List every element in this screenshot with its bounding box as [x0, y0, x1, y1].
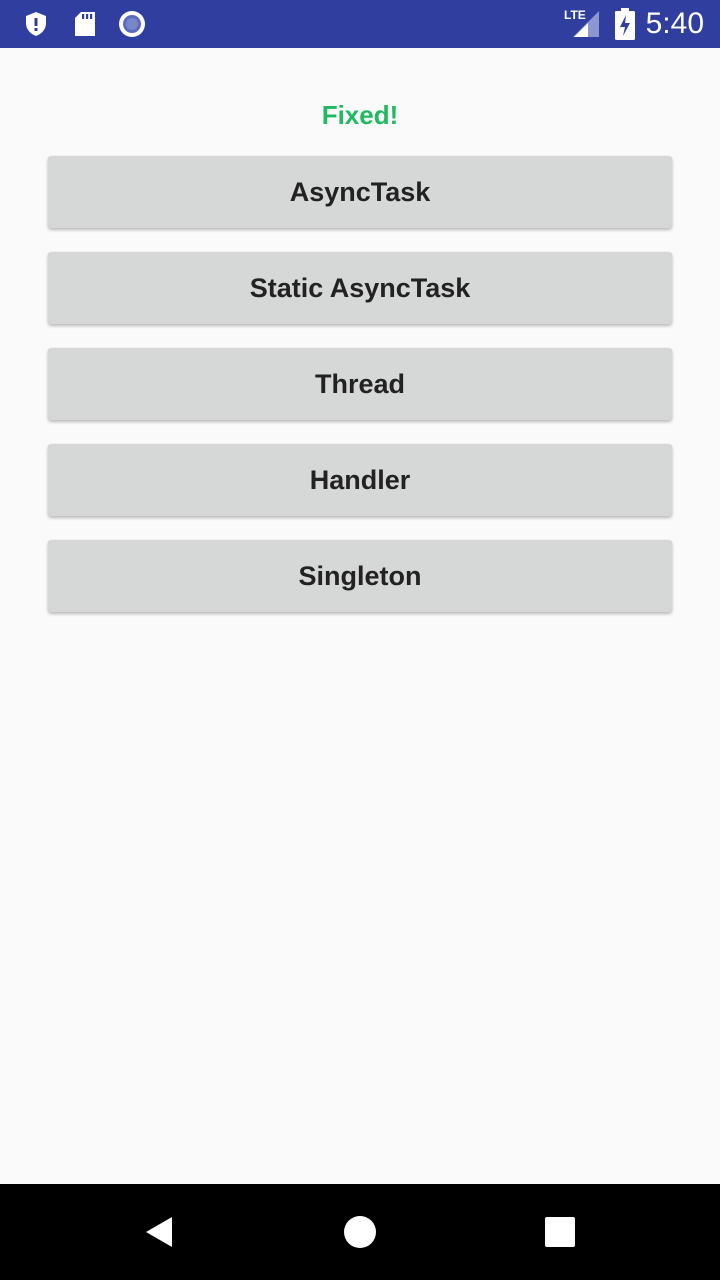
static-asynctask-button[interactable]: Static AsyncTask [48, 252, 672, 324]
main-content: Fixed! AsyncTask Static AsyncTask Thread… [0, 48, 720, 1184]
circle-record-icon [116, 0, 148, 48]
clock: 5:40 [645, 7, 704, 40]
status-bar: LTE 5:40 [0, 0, 720, 48]
lte-signal-icon: LTE [562, 0, 602, 48]
svg-text:LTE: LTE [564, 8, 586, 22]
sd-card-icon [72, 0, 98, 48]
back-icon[interactable] [112, 1184, 208, 1280]
thread-button[interactable]: Thread [48, 348, 672, 420]
shield-icon [22, 0, 50, 48]
status-text: Fixed! [321, 100, 399, 130]
battery-charging-icon [612, 0, 638, 48]
home-icon[interactable] [312, 1184, 408, 1280]
navigation-bar [0, 1184, 720, 1280]
singleton-button[interactable]: Singleton [48, 540, 672, 612]
handler-button[interactable]: Handler [48, 444, 672, 516]
recents-icon[interactable] [512, 1184, 608, 1280]
asynctask-button[interactable]: AsyncTask [48, 156, 672, 228]
